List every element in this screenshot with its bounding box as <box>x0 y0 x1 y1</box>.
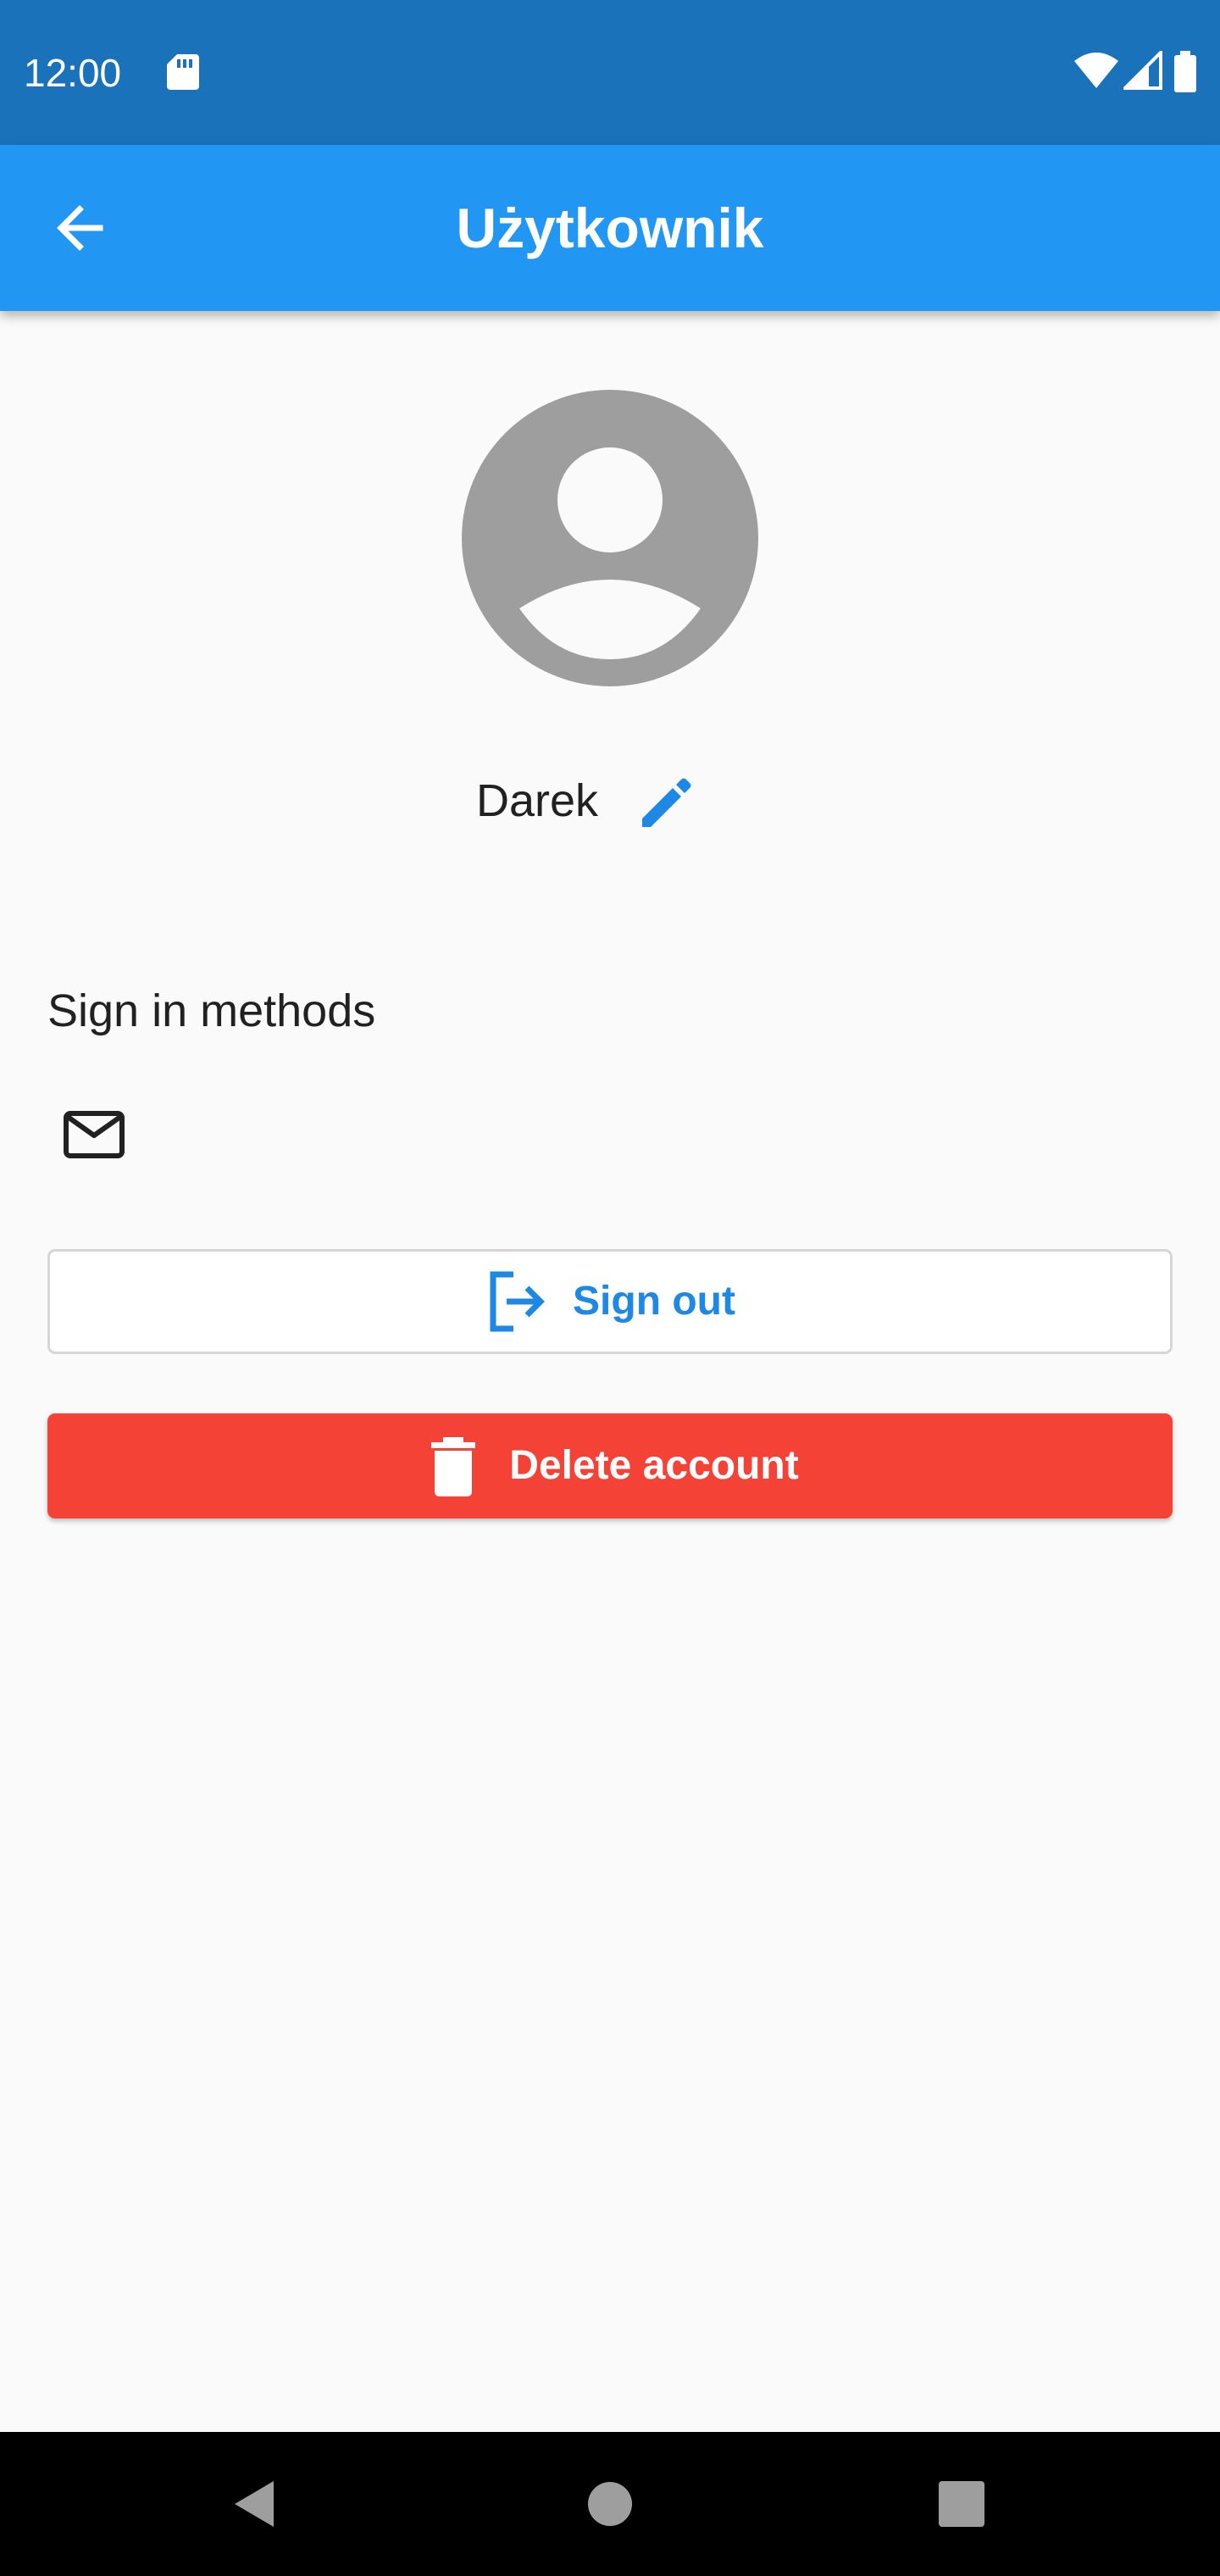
account-circle-icon <box>462 390 758 686</box>
name-row: Darek <box>0 763 1220 839</box>
status-bar: 12:00 <box>0 0 1220 145</box>
trash-icon <box>431 1437 476 1496</box>
back-triangle-icon[interactable] <box>225 2474 284 2534</box>
wifi-icon <box>1074 53 1118 88</box>
delete-account-label: Delete account <box>509 1443 799 1488</box>
home-circle-icon[interactable] <box>580 2474 640 2534</box>
signal-icon <box>1123 51 1162 90</box>
email-icon <box>64 1111 125 1158</box>
status-icons <box>1073 51 1200 95</box>
sign-in-methods-title: Sign in methods <box>47 985 376 1036</box>
user-name: Darek <box>476 775 599 826</box>
sign-out-button[interactable]: Sign out <box>47 1249 1173 1354</box>
sd-card-icon <box>167 54 199 90</box>
status-time: 12:00 <box>24 51 122 95</box>
pencil-icon[interactable] <box>632 768 700 836</box>
sign-out-label: Sign out <box>573 1279 735 1324</box>
system-nav-bar <box>0 2432 1220 2576</box>
delete-account-button[interactable]: Delete account <box>47 1413 1173 1518</box>
logout-icon <box>490 1271 545 1332</box>
recents-square-icon[interactable] <box>932 2474 991 2534</box>
app-bar: Użytkownik <box>0 145 1220 311</box>
battery-icon <box>1174 51 1196 92</box>
page-title: Użytkownik <box>456 197 764 259</box>
